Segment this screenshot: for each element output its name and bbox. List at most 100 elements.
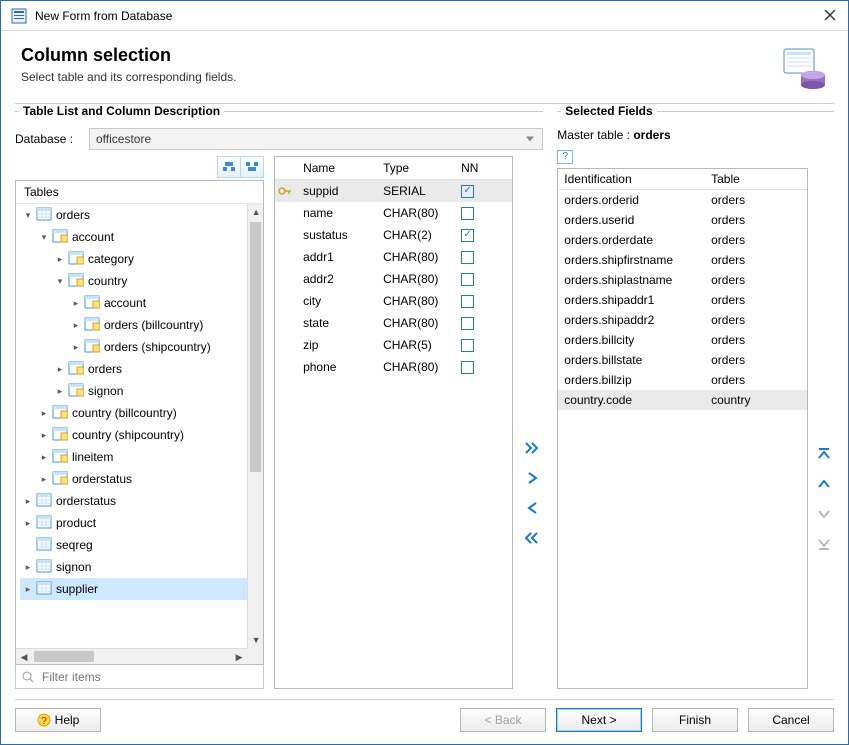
column-row[interactable]: zipCHAR(5) [275, 334, 512, 356]
twisty-icon[interactable]: ▸ [70, 319, 82, 331]
tree-node-signon[interactable]: ▸signon [52, 380, 247, 402]
database-select[interactable]: officestore [89, 128, 543, 150]
selected-row[interactable]: orders.billziporders [558, 370, 807, 390]
tree-label: orderstatus [72, 472, 132, 486]
help-button[interactable]: ? Help [15, 708, 101, 732]
selected-row[interactable]: orders.shipaddr1orders [558, 290, 807, 310]
twisty-icon[interactable]: ▸ [22, 583, 34, 595]
twisty-icon[interactable]: ▸ [54, 253, 66, 265]
tree-label: product [56, 516, 96, 530]
column-row[interactable]: nameCHAR(80) [275, 202, 512, 224]
column-row[interactable]: phoneCHAR(80) [275, 356, 512, 378]
selected-row[interactable]: orders.billcityorders [558, 330, 807, 350]
tree-vscroll[interactable]: ▲ ▼ [247, 204, 263, 648]
twisty-icon[interactable]: ▾ [54, 275, 66, 287]
nn-checkbox[interactable] [461, 295, 474, 308]
tree-hscroll[interactable]: ◀ ▶ [16, 648, 247, 664]
tree-header: Tables [16, 181, 263, 204]
column-row[interactable]: addr1CHAR(80) [275, 246, 512, 268]
selected-row[interactable]: orders.useridorders [558, 210, 807, 230]
remove-button[interactable] [524, 500, 542, 516]
col-type: SERIAL [375, 180, 453, 202]
sel-table: orders [705, 190, 807, 210]
cancel-button[interactable]: Cancel [748, 708, 834, 732]
tree-label: country (billcountry) [72, 406, 177, 420]
tree-node-category[interactable]: ▸category [52, 248, 247, 270]
sel-id: orders.billzip [558, 370, 705, 390]
nn-checkbox[interactable] [461, 185, 474, 198]
twisty-icon[interactable]: ▸ [22, 561, 34, 573]
twisty-icon[interactable]: ▸ [38, 407, 50, 419]
selected-row[interactable]: orders.orderdateorders [558, 230, 807, 250]
database-label: Database : [15, 132, 81, 146]
column-row[interactable]: cityCHAR(80) [275, 290, 512, 312]
sel-table: orders [705, 290, 807, 310]
column-row[interactable]: stateCHAR(80) [275, 312, 512, 334]
tree-node-country_account[interactable]: ▸ account [68, 292, 247, 314]
add-all-button[interactable] [524, 440, 542, 456]
selected-row[interactable]: orders.shipaddr2orders [558, 310, 807, 330]
twisty-icon[interactable]: ▸ [70, 341, 82, 353]
tree-node-supplier[interactable]: ▸supplier [20, 578, 247, 600]
add-button[interactable] [524, 470, 542, 486]
finish-button[interactable]: Finish [652, 708, 738, 732]
twisty-icon[interactable]: ▸ [70, 297, 82, 309]
column-row[interactable]: addr2CHAR(80) [275, 268, 512, 290]
remove-all-button[interactable] [524, 530, 542, 546]
tree-node-signon_root[interactable]: ▸signon [20, 556, 247, 578]
column-row[interactable]: suppidSERIAL [275, 180, 512, 202]
tree-node-country_orders_billcountry[interactable]: ▸orders (billcountry) [68, 314, 247, 336]
twisty-icon[interactable]: ▸ [22, 495, 34, 507]
selected-row[interactable]: orders.shiplastnameorders [558, 270, 807, 290]
selected-row[interactable]: orders.orderidorders [558, 190, 807, 210]
twisty-icon[interactable]: ▸ [38, 473, 50, 485]
tree-node-account[interactable]: ▾account [36, 226, 247, 248]
tree-node-orders_child[interactable]: ▸orders [52, 358, 247, 380]
help-icon[interactable]: ? [557, 150, 573, 164]
nn-checkbox[interactable] [461, 207, 474, 220]
twisty-icon[interactable]: ▸ [38, 451, 50, 463]
nn-checkbox[interactable] [461, 317, 474, 330]
window-title: New Form from Database [35, 9, 824, 23]
move-up-button[interactable] [815, 476, 833, 492]
filter-input[interactable] [40, 669, 257, 685]
selected-row[interactable]: orders.shipfirstnameorders [558, 250, 807, 270]
twisty-icon[interactable]: ▾ [22, 209, 34, 221]
nn-checkbox[interactable] [461, 339, 474, 352]
sel-table: orders [705, 310, 807, 330]
database-form-icon [780, 45, 828, 93]
next-button[interactable]: Next > [556, 708, 642, 732]
filter-box[interactable] [15, 665, 264, 689]
tree-node-country_shipcountry[interactable]: ▸country (shipcountry) [36, 424, 247, 446]
selected-row[interactable]: orders.billstateorders [558, 350, 807, 370]
table-icon [36, 515, 52, 531]
move-down-button[interactable] [815, 506, 833, 522]
tree-node-country[interactable]: ▾country [52, 270, 247, 292]
tree-label: account [104, 296, 146, 310]
nn-checkbox[interactable] [461, 273, 474, 286]
twisty-icon[interactable]: ▸ [38, 429, 50, 441]
tree-node-seqreg[interactable]: seqreg [20, 534, 247, 556]
selected-row[interactable]: country.codecountry [558, 390, 807, 410]
column-row[interactable]: sustatusCHAR(2) [275, 224, 512, 246]
collapse-all-button[interactable] [240, 156, 264, 178]
close-icon[interactable] [824, 9, 838, 23]
twisty-icon[interactable]: ▸ [22, 517, 34, 529]
tree-node-orderstatus_root[interactable]: ▸orderstatus [20, 490, 247, 512]
tree-node-lineitem[interactable]: ▸lineitem [36, 446, 247, 468]
move-bottom-button[interactable] [815, 536, 833, 552]
tree-node-orders[interactable]: ▾orders [20, 204, 247, 226]
tree-node-orderstatus[interactable]: ▸ orderstatus [36, 468, 247, 490]
twisty-icon[interactable]: ▸ [54, 363, 66, 375]
move-top-button[interactable] [815, 446, 833, 462]
tree-node-product[interactable]: ▸ product [20, 512, 247, 534]
nn-checkbox[interactable] [461, 251, 474, 264]
twisty-icon[interactable]: ▾ [38, 231, 50, 243]
sel-id: orders.shiplastname [558, 270, 705, 290]
tree-node-country_orders_shipcountry[interactable]: ▸orders (shipcountry) [68, 336, 247, 358]
nn-checkbox[interactable] [461, 229, 474, 242]
twisty-icon[interactable]: ▸ [54, 385, 66, 397]
nn-checkbox[interactable] [461, 361, 474, 374]
expand-all-button[interactable] [217, 156, 241, 178]
tree-node-country_billcountry[interactable]: ▸ country (billcountry) [36, 402, 247, 424]
